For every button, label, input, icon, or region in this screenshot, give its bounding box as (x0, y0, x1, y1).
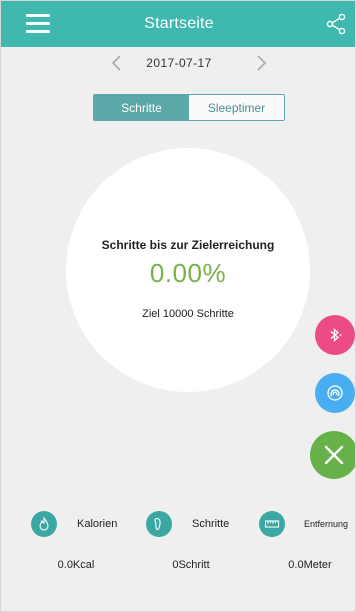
flame-icon (31, 511, 57, 537)
progress-circle: Schritte bis zur Zielerreichung 0.00% Zi… (66, 148, 310, 392)
nfc-button[interactable] (315, 373, 355, 413)
steps-value: 0Schritt (172, 559, 210, 571)
date-navigator: 2017-07-17 (1, 51, 355, 75)
current-date: 2017-07-17 (146, 56, 212, 70)
distance-value: 0.0Meter (288, 559, 332, 571)
app-screen: Startseite 2017-07-17 Schritte Sleeptime… (0, 0, 356, 612)
stat-schritte: Schritte (146, 509, 229, 539)
header-bar: Startseite (1, 1, 355, 47)
view-segmented-control: Schritte Sleeptimer (93, 94, 285, 121)
stat-label: Kalorien (77, 518, 118, 530)
stat-label: Entfernung (304, 519, 349, 529)
goal-text: Ziel 10000 Schritte (142, 308, 234, 320)
stat-entfernung: Entfernung (259, 509, 348, 539)
nfc-icon (327, 385, 343, 401)
close-icon (324, 445, 344, 465)
bluetooth-icon (330, 328, 342, 342)
menu-icon[interactable] (26, 14, 50, 33)
footprint-icon (146, 511, 172, 537)
tab-schritte[interactable]: Schritte (94, 95, 189, 120)
stat-kalorien: Kalorien (31, 509, 117, 539)
progress-title: Schritte bis zur Zielerreichung (101, 238, 275, 252)
close-button[interactable] (310, 431, 355, 479)
ruler-icon (259, 511, 285, 537)
tab-sleeptimer[interactable]: Sleeptimer (189, 95, 284, 120)
share-icon[interactable] (325, 13, 347, 35)
calories-value: 0.0Kcal (57, 559, 95, 571)
page-title: Startseite (144, 15, 214, 32)
chevron-left-icon[interactable] (108, 54, 126, 72)
progress-percent: 0.00% (149, 258, 227, 288)
chevron-right-icon[interactable] (252, 54, 270, 72)
stat-label: Schritte (192, 518, 230, 530)
bluetooth-button[interactable] (315, 315, 355, 355)
